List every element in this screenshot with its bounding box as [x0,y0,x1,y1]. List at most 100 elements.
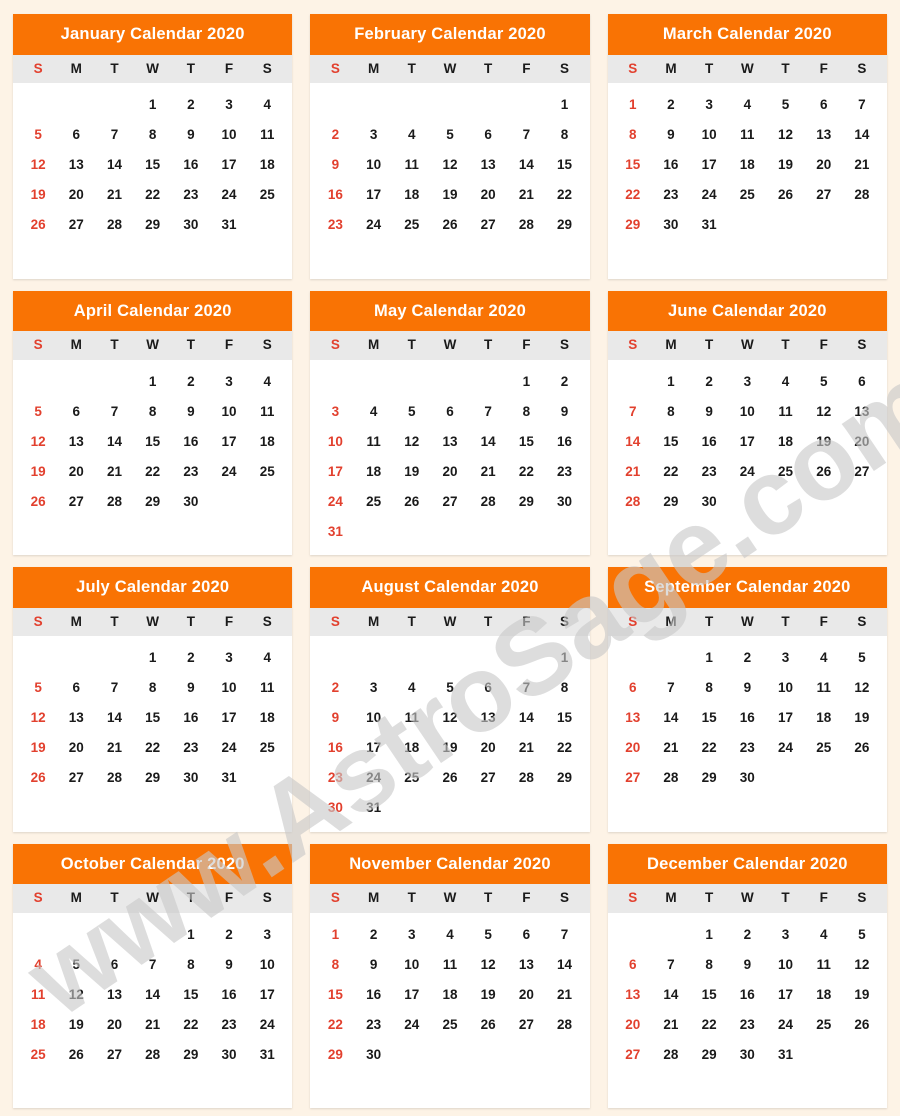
day-cell[interactable]: 27 [95,1040,133,1070]
day-cell[interactable]: 4 [393,673,431,703]
day-cell[interactable]: 26 [843,1010,881,1040]
day-cell[interactable]: 31 [766,1040,804,1070]
day-cell[interactable]: 8 [134,397,172,427]
day-cell[interactable]: 29 [134,487,172,517]
day-cell[interactable]: 23 [316,210,354,240]
day-cell[interactable]: 18 [248,703,286,733]
day-cell[interactable]: 6 [843,367,881,397]
day-cell[interactable]: 17 [728,427,766,457]
day-cell[interactable]: 27 [57,487,95,517]
day-cell[interactable]: 19 [766,150,804,180]
day-cell[interactable]: 30 [652,210,690,240]
day-cell[interactable]: 28 [545,1010,583,1040]
day-cell[interactable]: 1 [134,367,172,397]
day-cell[interactable]: 5 [843,920,881,950]
day-cell[interactable]: 24 [690,180,728,210]
day-cell[interactable]: 13 [57,150,95,180]
day-cell[interactable]: 27 [57,210,95,240]
day-cell[interactable]: 1 [134,90,172,120]
day-cell[interactable]: 15 [545,703,583,733]
day-cell[interactable]: 23 [172,180,210,210]
day-cell[interactable]: 21 [843,150,881,180]
day-cell[interactable]: 12 [469,950,507,980]
day-cell[interactable]: 2 [355,920,393,950]
day-cell[interactable]: 13 [805,120,843,150]
day-cell[interactable]: 18 [431,980,469,1010]
day-cell[interactable]: 30 [316,793,354,823]
day-cell[interactable]: 8 [507,397,545,427]
day-cell[interactable]: 25 [248,457,286,487]
day-cell[interactable]: 9 [545,397,583,427]
day-cell[interactable]: 3 [766,920,804,950]
day-cell[interactable]: 5 [393,397,431,427]
day-cell[interactable]: 31 [210,763,248,793]
day-cell[interactable]: 18 [728,150,766,180]
day-cell[interactable]: 2 [652,90,690,120]
day-cell[interactable]: 28 [843,180,881,210]
day-cell[interactable]: 20 [431,457,469,487]
day-cell[interactable]: 25 [728,180,766,210]
day-cell[interactable]: 10 [210,397,248,427]
day-cell[interactable]: 24 [248,1010,286,1040]
day-cell[interactable]: 12 [393,427,431,457]
day-cell[interactable]: 20 [57,180,95,210]
day-cell[interactable]: 6 [469,120,507,150]
day-cell[interactable]: 20 [469,733,507,763]
day-cell[interactable]: 29 [134,210,172,240]
day-cell[interactable]: 7 [507,673,545,703]
day-cell[interactable]: 16 [545,427,583,457]
day-cell[interactable]: 15 [316,980,354,1010]
day-cell[interactable]: 7 [545,920,583,950]
day-cell[interactable]: 9 [172,120,210,150]
day-cell[interactable]: 29 [690,1040,728,1070]
day-cell[interactable]: 5 [843,643,881,673]
day-cell[interactable]: 16 [172,427,210,457]
day-cell[interactable]: 28 [507,210,545,240]
day-cell[interactable]: 15 [134,703,172,733]
day-cell[interactable]: 10 [210,120,248,150]
day-cell[interactable]: 24 [766,733,804,763]
day-cell[interactable]: 4 [248,367,286,397]
day-cell[interactable]: 26 [19,487,57,517]
day-cell[interactable]: 21 [95,733,133,763]
day-cell[interactable]: 6 [57,673,95,703]
day-cell[interactable]: 18 [19,1010,57,1040]
day-cell[interactable]: 31 [316,517,354,547]
day-cell[interactable]: 1 [545,643,583,673]
day-cell[interactable]: 6 [614,950,652,980]
day-cell[interactable]: 6 [805,90,843,120]
day-cell[interactable]: 24 [393,1010,431,1040]
day-cell[interactable]: 17 [210,427,248,457]
day-cell[interactable]: 12 [431,703,469,733]
day-cell[interactable]: 22 [614,180,652,210]
day-cell[interactable]: 24 [728,457,766,487]
day-cell[interactable]: 27 [805,180,843,210]
day-cell[interactable]: 23 [728,1010,766,1040]
day-cell[interactable]: 8 [545,673,583,703]
day-cell[interactable]: 17 [393,980,431,1010]
day-cell[interactable]: 8 [134,120,172,150]
day-cell[interactable]: 6 [614,673,652,703]
day-cell[interactable]: 4 [728,90,766,120]
day-cell[interactable]: 7 [843,90,881,120]
day-cell[interactable]: 7 [469,397,507,427]
day-cell[interactable]: 24 [316,487,354,517]
day-cell[interactable]: 23 [316,763,354,793]
day-cell[interactable]: 18 [355,457,393,487]
day-cell[interactable]: 10 [766,673,804,703]
day-cell[interactable]: 17 [210,150,248,180]
day-cell[interactable]: 19 [843,980,881,1010]
day-cell[interactable]: 8 [690,950,728,980]
day-cell[interactable]: 1 [545,90,583,120]
day-cell[interactable]: 3 [210,643,248,673]
day-cell[interactable]: 20 [57,457,95,487]
day-cell[interactable]: 21 [95,457,133,487]
day-cell[interactable]: 18 [248,150,286,180]
day-cell[interactable]: 6 [57,120,95,150]
day-cell[interactable]: 7 [134,950,172,980]
day-cell[interactable]: 4 [355,397,393,427]
day-cell[interactable]: 29 [652,487,690,517]
day-cell[interactable]: 14 [843,120,881,150]
day-cell[interactable]: 30 [728,763,766,793]
day-cell[interactable]: 6 [95,950,133,980]
